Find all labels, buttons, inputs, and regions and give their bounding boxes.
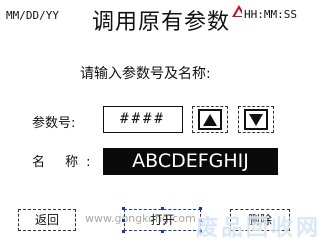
selection-handle xyxy=(161,207,164,210)
name-display[interactable]: ABCDEFGHIJ xyxy=(103,148,278,175)
selection-handle xyxy=(122,207,125,210)
param-up-frame xyxy=(198,109,222,130)
param-number-label: 参数号: xyxy=(32,116,76,131)
param-down-button[interactable] xyxy=(238,106,274,133)
input-prompt: 请输入参数号及名称: xyxy=(80,66,211,82)
param-number-input[interactable]: #### xyxy=(103,106,183,133)
param-up-button[interactable] xyxy=(192,106,228,133)
time-display: HH:MM:SS xyxy=(242,8,299,21)
name-label: 名 称: xyxy=(32,155,99,170)
selection-handle xyxy=(161,230,164,233)
date-display: MM/DD/YY xyxy=(6,9,59,22)
hmi-screen: MM/DD/YY 调用原有参数 HH:MM:SS 请输入参数号及名称: 参数号:… xyxy=(0,0,324,243)
back-button[interactable]: 返回 xyxy=(18,209,76,231)
watermark-url: www.gongkong.com xyxy=(85,212,196,225)
selection-handle xyxy=(122,230,125,233)
param-down-frame xyxy=(244,109,268,130)
watermark-text: 废品回收网 xyxy=(195,216,322,242)
page-title: 调用原有参数 xyxy=(92,10,231,35)
arrow-up-icon xyxy=(203,113,217,126)
arrow-down-icon xyxy=(249,113,263,126)
